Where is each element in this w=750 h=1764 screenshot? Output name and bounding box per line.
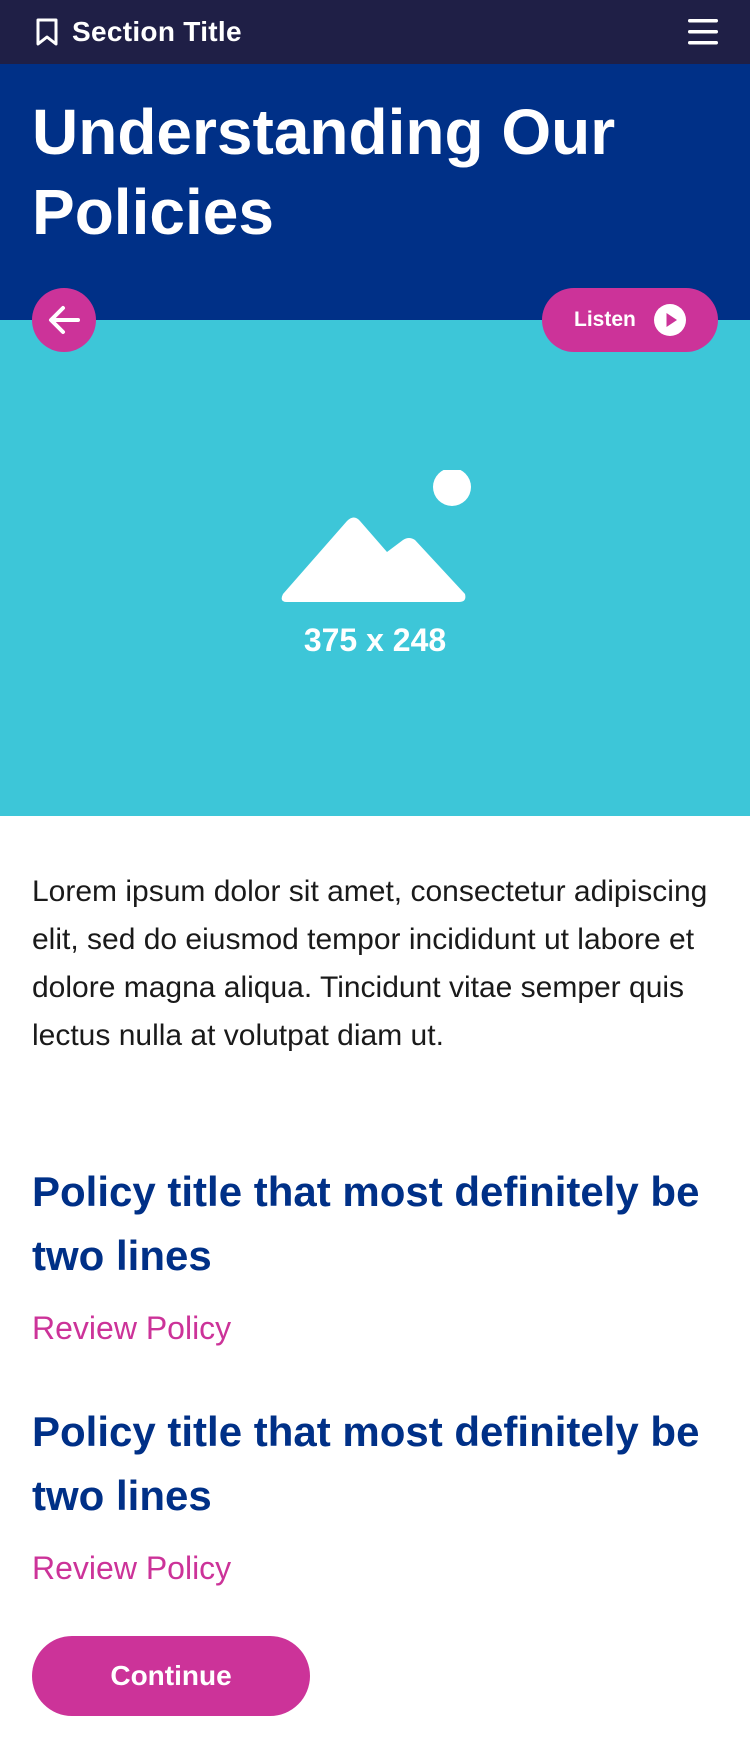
hamburger-menu-icon[interactable] [688, 18, 718, 46]
review-policy-link[interactable]: Review Policy [32, 1308, 231, 1348]
policy-title: Policy title that most definitely be two… [32, 1168, 700, 1279]
play-circle-icon [654, 304, 686, 336]
section-title: Section Title [72, 16, 242, 47]
image-size-caption: 375 x 248 [303, 622, 447, 658]
intro-paragraph: Lorem ipsum dolor sit amet, consectetur … [32, 875, 708, 1052]
listen-label: Listen [574, 308, 636, 331]
hero-banner: Understanding Our Policies [0, 64, 750, 320]
back-button[interactable] [32, 288, 96, 352]
continue-button[interactable]: Continue [32, 1636, 310, 1716]
bookmark-icon [35, 18, 59, 46]
image-placeholder-icon [279, 468, 473, 602]
review-policy-link[interactable]: Review Policy [32, 1548, 231, 1588]
top-bar: Section Title [0, 0, 750, 64]
arrow-left-icon [49, 306, 80, 334]
listen-button[interactable]: Listen [542, 288, 718, 352]
policy-title: Policy title that most definitely be two… [32, 1408, 700, 1519]
page-title: Understanding Our Policies [32, 96, 616, 248]
image-placeholder: 375 x 248 [0, 320, 750, 816]
